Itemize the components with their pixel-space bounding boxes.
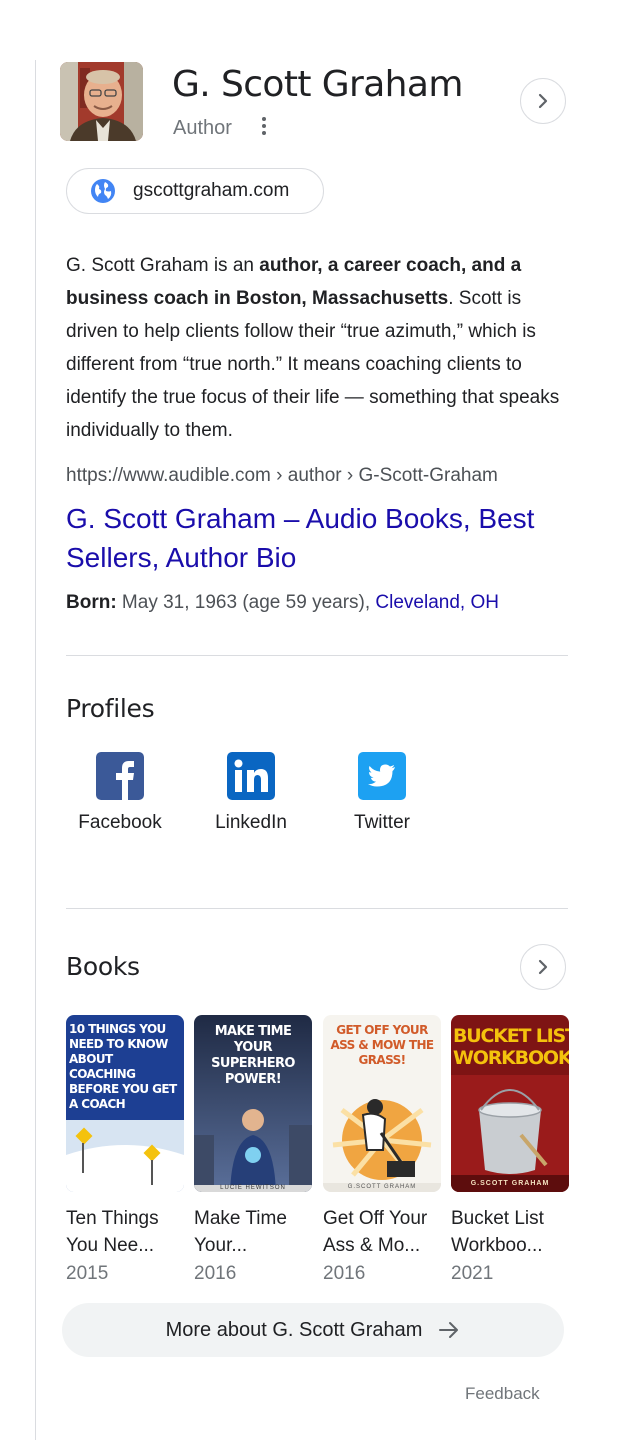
book-cover: BUCKET LIST WORKBOOK G.SCOTT GRAHAM xyxy=(451,1015,569,1192)
section-divider xyxy=(66,655,568,656)
book-cover-author: G.SCOTT GRAHAM xyxy=(347,1184,417,1190)
book-cover: 10 THINGS YOU NEED TO KNOW ABOUT COACHIN… xyxy=(66,1015,184,1192)
section-divider xyxy=(66,908,568,909)
book-year: 2016 xyxy=(194,1263,237,1284)
arrow-right-icon xyxy=(439,1322,459,1338)
book-year: 2015 xyxy=(66,1263,109,1284)
profile-linkedin[interactable]: LinkedIn xyxy=(196,752,306,842)
born-fact: Born: May 31, 1963 (age 59 years), Cleve… xyxy=(66,592,499,614)
chevron-right-icon xyxy=(538,93,548,109)
born-place-link[interactable]: Cleveland, OH xyxy=(375,592,499,613)
knowledge-panel: G. Scott Graham Author gscottgraham.com … xyxy=(60,0,569,1440)
left-rail-divider xyxy=(35,60,36,1440)
book-cover-author: LUCIE HEWITSON xyxy=(220,1185,286,1191)
born-label: Born: xyxy=(66,592,117,613)
profile-label: Twitter xyxy=(354,812,410,833)
header-expand-button[interactable] xyxy=(520,78,566,124)
born-value: May 31, 1963 (age 59 years), xyxy=(116,592,376,613)
book-title: Bucket List Workboo... xyxy=(451,1208,544,1256)
author-photo[interactable] xyxy=(60,62,143,141)
book-cover-text: GET OFF YOUR ASS & MOW THE GRASS! xyxy=(330,1023,434,1067)
entity-type-label: Author xyxy=(173,117,232,139)
books-heading: Books xyxy=(66,952,140,981)
book-title: Make Time Your... xyxy=(194,1208,287,1256)
page-title: G. Scott Graham xyxy=(172,64,463,105)
profiles-heading: Profiles xyxy=(66,694,155,723)
book-year: 2021 xyxy=(451,1263,494,1284)
book-card[interactable]: MAKE TIME YOUR SUPERHERO POWER! LUCIE HE… xyxy=(194,1015,312,1289)
profile-facebook[interactable]: Facebook xyxy=(65,752,175,842)
linkedin-icon xyxy=(227,752,275,800)
books-expand-button[interactable] xyxy=(520,944,566,990)
book-year: 2016 xyxy=(323,1263,366,1284)
more-about-button[interactable]: More about G. Scott Graham xyxy=(62,1303,564,1357)
book-cover-text: 10 THINGS YOU NEED TO KNOW ABOUT COACHIN… xyxy=(69,1022,177,1111)
description: G. Scott Graham is an author, a career c… xyxy=(66,249,568,447)
book-cover-text: MAKE TIME YOUR SUPERHERO POWER! xyxy=(211,1024,295,1087)
website-chip[interactable]: gscottgraham.com xyxy=(66,168,324,214)
feedback-link[interactable]: Feedback xyxy=(465,1384,540,1404)
panel-header: G. Scott Graham Author xyxy=(60,62,570,142)
author-photo-image xyxy=(60,62,143,141)
facebook-icon xyxy=(96,752,144,800)
more-about-label: More about G. Scott Graham xyxy=(165,1318,423,1341)
more-options-icon[interactable] xyxy=(257,116,271,138)
book-cover-author: G.SCOTT GRAHAM xyxy=(470,1180,550,1187)
source-link[interactable]: G. Scott Graham – Audio Books, Best Sell… xyxy=(66,499,568,577)
description-text: G. Scott Graham is an xyxy=(66,255,260,276)
globe-icon xyxy=(91,179,115,203)
book-title: Ten Things You Nee... xyxy=(66,1208,159,1256)
book-cover: MAKE TIME YOUR SUPERHERO POWER! LUCIE HE… xyxy=(194,1015,312,1192)
description-text-rest: . Scott is driven to help clients follow… xyxy=(66,288,560,441)
book-card[interactable]: 10 THINGS YOU NEED TO KNOW ABOUT COACHIN… xyxy=(66,1015,184,1289)
profile-label: Facebook xyxy=(78,812,162,833)
book-card[interactable]: BUCKET LIST WORKBOOK G.SCOTT GRAHAM Buck… xyxy=(451,1015,569,1289)
book-card[interactable]: GET OFF YOUR ASS & MOW THE GRASS! G.SCOT… xyxy=(323,1015,441,1289)
book-title: Get Off Your Ass & Mo... xyxy=(323,1208,428,1256)
website-label: gscottgraham.com xyxy=(133,180,290,201)
book-cover: GET OFF YOUR ASS & MOW THE GRASS! G.SCOT… xyxy=(323,1015,441,1192)
chevron-right-icon xyxy=(538,959,548,975)
profile-label: LinkedIn xyxy=(215,812,287,833)
profile-twitter[interactable]: Twitter xyxy=(327,752,437,842)
source-url[interactable]: https://www.audible.com › author › G-Sco… xyxy=(66,465,498,487)
book-cover-text: BUCKET LIST WORKBOOK xyxy=(453,1025,569,1069)
twitter-icon xyxy=(358,752,406,800)
